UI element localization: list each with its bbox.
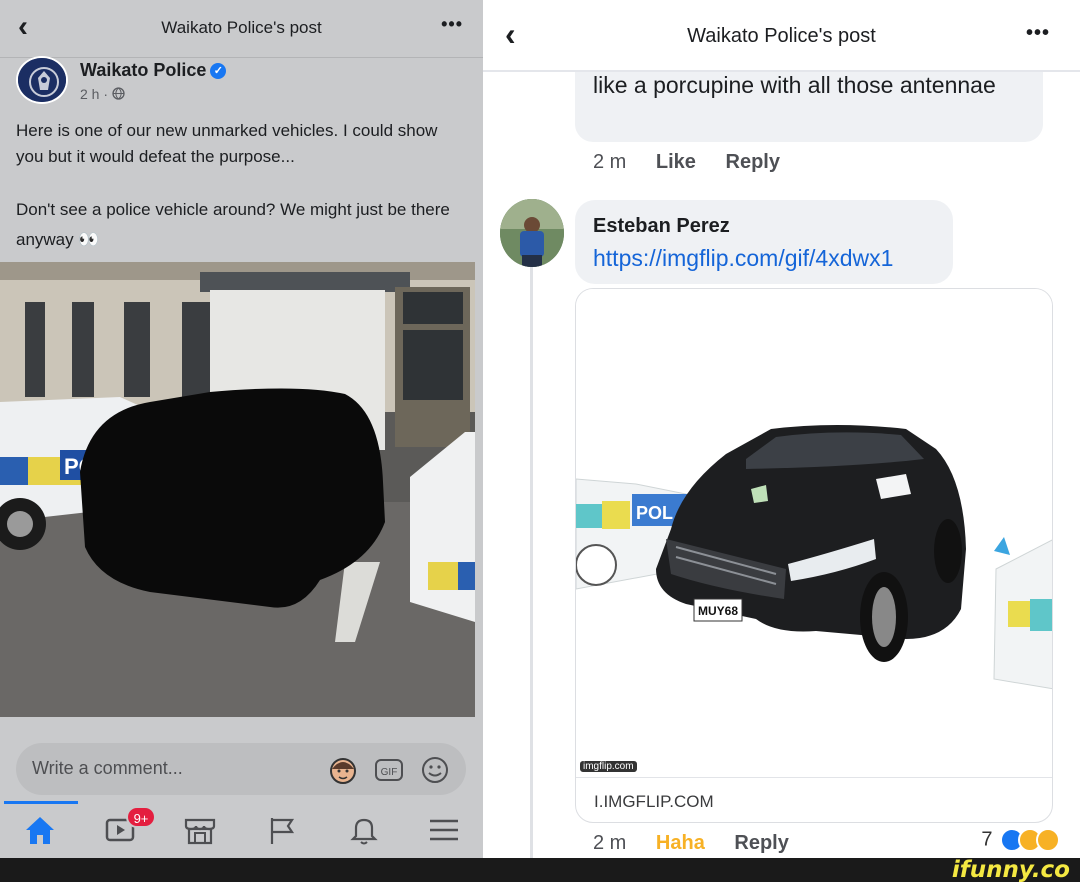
svg-text:MUY68: MUY68 xyxy=(698,604,738,618)
svg-text:POL: POL xyxy=(636,503,673,523)
right-screenshot-panel: like a porcupine with all those antennae… xyxy=(483,0,1080,858)
ifunny-logo: ifunny.co xyxy=(951,857,1070,882)
comment-input[interactable]: Write a comment... GIF xyxy=(16,743,466,795)
comment-time: 2 m xyxy=(593,151,627,173)
link-domain: I.IMGFLIP.COM xyxy=(594,792,714,811)
right-header-title: Waikato Police's post xyxy=(687,25,876,47)
post-text-2: Don't see a police vehicle around? We mi… xyxy=(16,200,450,249)
link-preview-card[interactable]: POL MUY68 imgflip.com I.IMGFLIP.COM xyxy=(575,288,1053,823)
haha-reaction-button[interactable]: Haha xyxy=(656,832,705,855)
emoji-icon[interactable] xyxy=(420,755,450,785)
globe-icon xyxy=(112,87,125,100)
notifications-bell-icon[interactable] xyxy=(344,812,384,848)
verified-badge-icon: ✓ xyxy=(210,63,227,79)
left-header: ‹ Waikato Police's post ••• xyxy=(0,0,483,58)
link-domain-bar: I.IMGFLIP.COM xyxy=(576,777,1052,822)
comment-link[interactable]: https://imgflip.com/gif/4xdwx1 xyxy=(593,245,893,272)
comment-time: 2 m xyxy=(593,832,627,854)
left-header-title: Waikato Police's post xyxy=(161,18,322,37)
pages-flag-icon[interactable] xyxy=(262,812,302,848)
avatar-sticker-icon[interactable] xyxy=(328,755,358,785)
previous-comment-actions: 2 m Like Reply xyxy=(593,151,804,174)
post-photo[interactable]: POL xyxy=(0,262,475,717)
avatar[interactable] xyxy=(500,199,564,267)
post-text-1: Here is one of our new unmarked vehicles… xyxy=(16,121,438,166)
haha-reaction-icon xyxy=(1036,828,1060,852)
previous-comment-text: like a porcupine with all those antennae xyxy=(593,72,996,98)
comment-bubble: Esteban Perez https://imgflip.com/gif/4x… xyxy=(575,200,953,284)
reply-thread-line xyxy=(530,264,533,858)
bottom-navigation xyxy=(0,800,483,858)
gif-preview-image: POL MUY68 xyxy=(576,289,1052,777)
home-icon[interactable] xyxy=(20,812,60,848)
comment-actions: 2 m Haha Reply xyxy=(593,832,813,855)
reaction-count: 7 xyxy=(981,828,993,851)
right-header: ‹ Waikato Police's post ••• xyxy=(483,0,1080,72)
marketplace-icon[interactable] xyxy=(180,812,220,848)
parking-lot-photo: POL xyxy=(0,262,475,717)
like-button[interactable]: Like xyxy=(656,151,696,174)
comment-placeholder: Write a comment... xyxy=(32,758,183,778)
gif-icon[interactable]: GIF xyxy=(374,755,404,785)
post-author[interactable]: Waikato Police ✓ xyxy=(80,60,227,81)
reply-button[interactable]: Reply xyxy=(734,832,788,855)
reaction-summary[interactable]: 7 xyxy=(981,828,1060,852)
menu-icon[interactable] xyxy=(424,812,464,848)
more-dots-icon[interactable]: ••• xyxy=(1026,22,1050,45)
comment-author[interactable]: Esteban Perez xyxy=(593,215,730,238)
watermark-footer: ifunny.co xyxy=(0,857,1080,882)
user-photo-icon xyxy=(500,199,564,267)
left-screenshot-panel: ‹ Waikato Police's post ••• Waikato Poli… xyxy=(0,0,483,858)
svg-text:GIF: GIF xyxy=(381,767,398,778)
more-dots-icon[interactable]: ••• xyxy=(441,14,463,35)
watch-notification-badge: 9+ xyxy=(126,806,156,828)
reply-button[interactable]: Reply xyxy=(726,151,780,174)
avatar[interactable] xyxy=(16,56,68,104)
police-crest-icon xyxy=(18,58,66,102)
imgflip-watermark: imgflip.com xyxy=(580,761,637,772)
post-meta: 2 h · xyxy=(80,86,125,102)
